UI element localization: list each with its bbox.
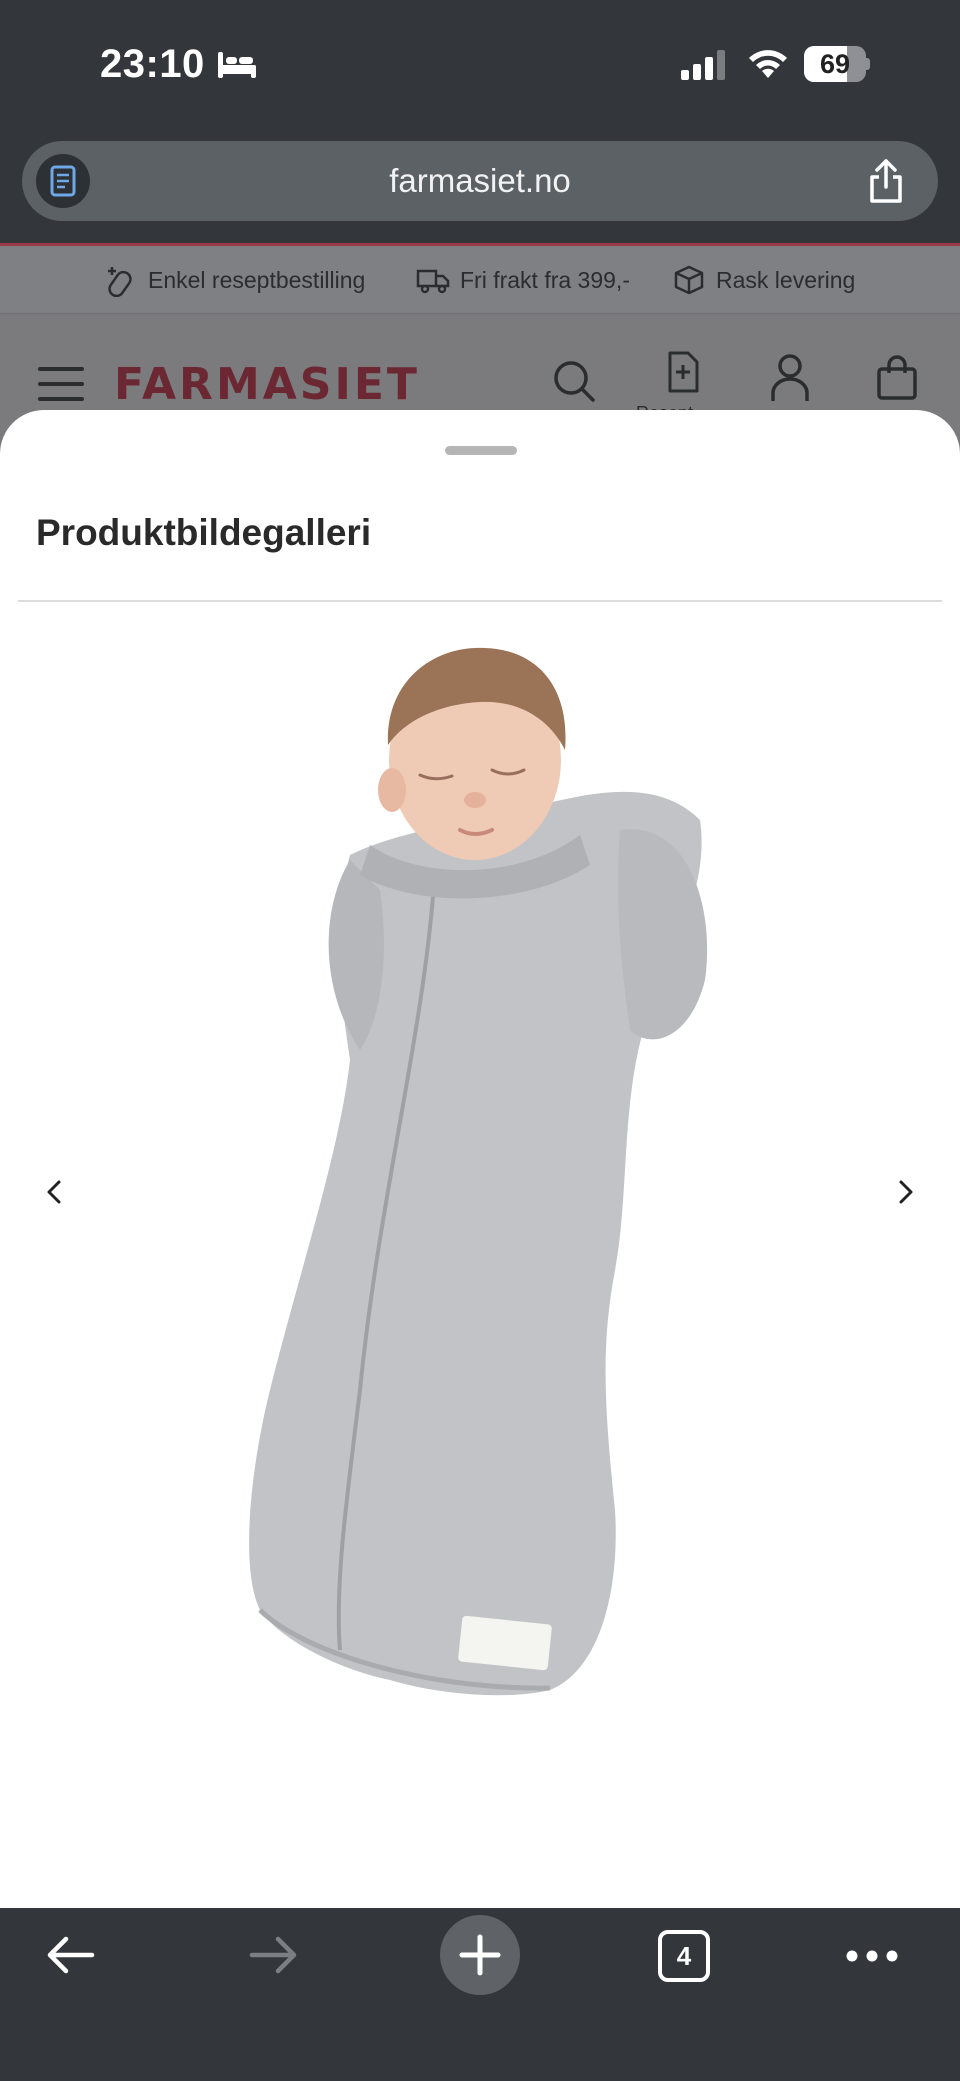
tabs-count: 4 bbox=[658, 1930, 710, 1982]
tabs-button[interactable]: 4 bbox=[656, 1928, 712, 1984]
usp-prescription: Enkel reseptbestilling bbox=[104, 246, 365, 314]
usp-label: Fri frakt fra 399,- bbox=[460, 266, 630, 293]
account-icon[interactable] bbox=[770, 353, 810, 403]
address-bar[interactable]: farmasiet.no bbox=[22, 141, 938, 221]
previous-image-button[interactable] bbox=[34, 1172, 74, 1212]
status-bar: 23:10 69 farmasiet.no bbox=[0, 0, 960, 221]
package-icon bbox=[674, 265, 704, 295]
next-image-button[interactable] bbox=[886, 1172, 926, 1212]
truck-icon bbox=[416, 269, 450, 294]
browser-toolbar: 4 bbox=[0, 1908, 960, 2081]
cellular-signal-icon bbox=[681, 50, 725, 80]
arrow-left-icon bbox=[47, 1936, 95, 1974]
battery-indicator: 69 bbox=[804, 46, 870, 82]
chevron-left-icon bbox=[47, 1180, 61, 1204]
prescription-icon[interactable] bbox=[666, 351, 700, 393]
product-gallery-sheet: Produktbildegalleri bbox=[0, 410, 960, 1908]
sheet-grabber[interactable] bbox=[445, 446, 517, 455]
url-text[interactable]: farmasiet.no bbox=[22, 141, 938, 221]
arrow-right-icon bbox=[249, 1936, 297, 1974]
search-icon[interactable] bbox=[552, 359, 596, 403]
gallery-title: Produktbildegalleri bbox=[36, 512, 372, 553]
pill-icon bbox=[108, 267, 132, 297]
usp-shipping: Fri frakt fra 399,- bbox=[416, 246, 630, 314]
back-button[interactable] bbox=[40, 1928, 100, 1982]
more-dots-icon bbox=[846, 1950, 898, 1962]
cart-bag-icon[interactable] bbox=[876, 355, 918, 401]
usp-label: Rask levering bbox=[716, 266, 856, 293]
usp-bar: Enkel reseptbestilling Fri frakt fra 399… bbox=[0, 246, 960, 314]
battery-percent: 69 bbox=[819, 49, 851, 79]
usp-label: Enkel reseptbestilling bbox=[148, 266, 366, 293]
site-logo[interactable]: FARMASIET bbox=[114, 359, 420, 410]
sleep-focus-icon bbox=[218, 52, 256, 78]
product-image-swaddle bbox=[249, 647, 708, 1696]
forward-button[interactable] bbox=[244, 1928, 304, 1982]
chevron-right-icon bbox=[899, 1180, 913, 1204]
divider bbox=[18, 600, 942, 602]
usp-delivery: Rask levering bbox=[672, 246, 855, 314]
menu-icon[interactable] bbox=[38, 367, 86, 403]
share-icon[interactable] bbox=[864, 157, 908, 205]
new-tab-button[interactable] bbox=[440, 1915, 520, 1995]
more-options-button[interactable] bbox=[840, 1928, 904, 1984]
plus-icon bbox=[459, 1934, 501, 1976]
status-time: 23:10 bbox=[100, 42, 205, 86]
wifi-icon bbox=[749, 50, 787, 78]
